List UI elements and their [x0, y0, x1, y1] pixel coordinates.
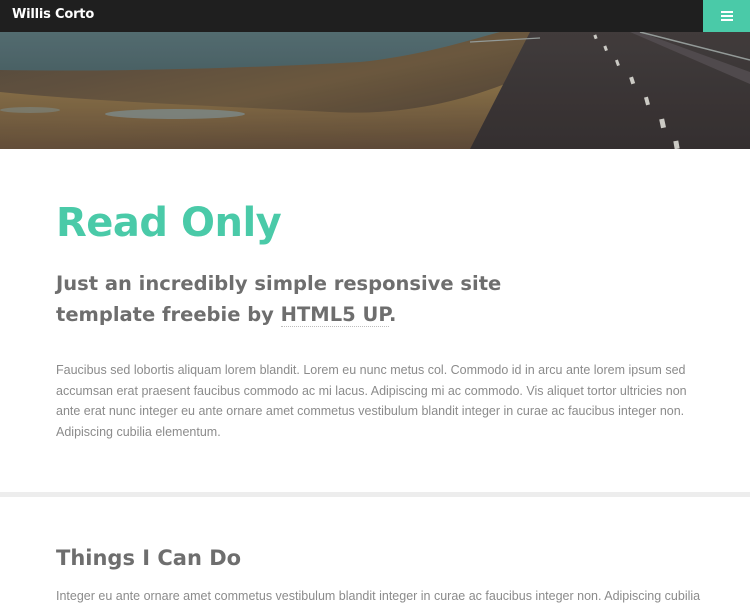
- skills-paragraph: Integer eu ante ornare amet commetus ves…: [56, 589, 701, 603]
- subtitle-text: Just an incredibly simple responsive sit…: [56, 272, 502, 326]
- hamburger-menu-icon: [720, 11, 733, 21]
- site-title[interactable]: Willis Corto: [12, 7, 94, 22]
- page-subtitle: Just an incredibly simple responsive sit…: [56, 268, 516, 330]
- menu-toggle-button[interactable]: [703, 0, 750, 32]
- banner-image: [0, 32, 750, 149]
- road-landscape-photo: [0, 32, 750, 149]
- page-title: Read Only: [56, 200, 282, 246]
- skills-title: Things I Can Do: [56, 546, 242, 570]
- intro-paragraph: Faucibus sed lobortis aliquam lorem blan…: [56, 363, 687, 439]
- top-navigation-bar: Willis Corto: [0, 0, 750, 32]
- html5up-link[interactable]: HTML5 UP: [280, 303, 390, 327]
- skills-section: Things I Can Do Integer eu ante ornare a…: [0, 497, 750, 603]
- subtitle-period: .: [389, 303, 397, 326]
- intro-section: Read Only Just an incredibly simple resp…: [0, 149, 750, 492]
